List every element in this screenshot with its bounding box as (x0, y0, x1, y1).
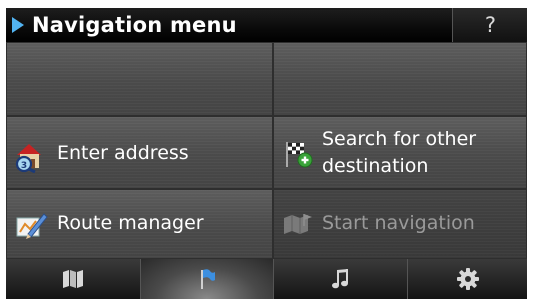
map-icon (63, 270, 83, 288)
bottom-tab-bar (6, 259, 527, 299)
svg-text:3: 3 (21, 161, 27, 171)
route-manager-label: Route manager (57, 212, 204, 234)
empty-slot-left (6, 42, 273, 116)
enter-address-label: Enter address (57, 142, 189, 164)
house-search-icon: 3 (15, 144, 41, 173)
play-triangle-icon (12, 17, 24, 33)
start-navigation-label: Start navigation (322, 212, 475, 234)
search-other-destination-label-line1: Search for other (322, 128, 477, 150)
tab-destination[interactable] (141, 259, 274, 299)
flag-icon (201, 269, 215, 289)
search-other-destination-button[interactable]: Search for other destination (273, 116, 527, 189)
empty-slot-right (273, 42, 527, 116)
checkered-flag-plus-icon (286, 142, 313, 168)
header-bar: Navigation menu ? (6, 8, 527, 42)
navigation-screen: Navigation menu ? 3 Enter address Search… (6, 8, 527, 299)
tab-settings[interactable] (408, 259, 527, 299)
search-other-destination-label-line2: destination (322, 155, 429, 177)
page-title: Navigation menu (32, 13, 237, 37)
help-button[interactable]: ? (452, 8, 527, 42)
music-icon (331, 269, 348, 289)
tab-map[interactable] (6, 259, 141, 299)
route-pencil-icon (16, 213, 48, 239)
enter-address-button[interactable]: 3 Enter address (6, 116, 273, 189)
tab-music[interactable] (274, 259, 408, 299)
map-flag-icon (284, 214, 312, 234)
start-navigation-button[interactable]: Start navigation (273, 189, 527, 259)
gear-icon (456, 268, 479, 290)
route-manager-button[interactable]: Route manager (6, 189, 273, 259)
